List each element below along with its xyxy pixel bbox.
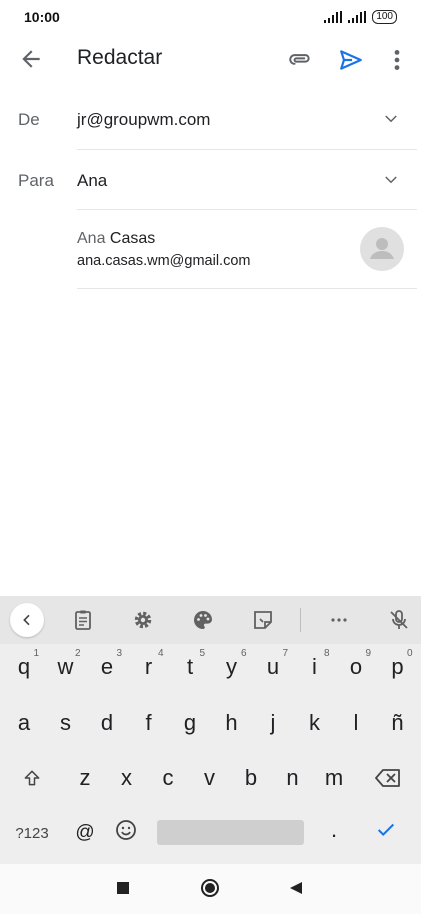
divider xyxy=(77,149,417,150)
key-label: p xyxy=(391,654,404,679)
settings-icon[interactable] xyxy=(131,608,155,632)
period-key[interactable]: . xyxy=(316,807,352,853)
key-c[interactable]: c xyxy=(150,755,186,801)
arrow-back-icon[interactable] xyxy=(18,46,44,72)
enter-key[interactable] xyxy=(368,807,404,853)
avatar xyxy=(360,227,404,271)
divider xyxy=(77,288,417,289)
key-d[interactable]: d xyxy=(89,700,125,746)
backspace-key[interactable] xyxy=(368,755,408,801)
chevron-left-icon[interactable] xyxy=(10,603,44,637)
home-circle-icon[interactable] xyxy=(200,878,220,898)
signal-icon xyxy=(324,11,343,23)
key-hint: 4 xyxy=(157,648,164,659)
status-bar: 10:00 100 xyxy=(0,0,421,36)
key-hint: 6 xyxy=(240,648,247,659)
key-a[interactable]: a xyxy=(6,700,42,746)
key-hint: 7 xyxy=(282,648,288,659)
key-n[interactable]: n xyxy=(275,755,311,801)
space-bar[interactable] xyxy=(157,820,304,845)
clipboard-icon[interactable] xyxy=(71,608,95,632)
key-hint: 2 xyxy=(74,648,81,659)
key-label: t xyxy=(186,654,194,679)
emoji-icon xyxy=(116,820,136,840)
shift-icon xyxy=(24,770,40,786)
key-v[interactable]: v xyxy=(192,755,228,801)
keyboard: q1w2e3r4t5y6u7i8o9p0 asdfghjklñ zxcvbnm … xyxy=(0,596,421,864)
suggestion-email: ana.casas.wm@gmail.com xyxy=(77,253,251,269)
backspace-icon xyxy=(375,769,400,787)
key-u[interactable]: u7 xyxy=(255,644,291,690)
key-o[interactable]: o9 xyxy=(338,644,374,690)
from-field[interactable]: jr@groupwm.com xyxy=(77,110,210,130)
divider xyxy=(77,209,417,210)
back-triangle-icon[interactable] xyxy=(288,880,304,896)
key-label: o xyxy=(349,654,363,679)
suggestion-name-rest: Casas xyxy=(105,230,156,247)
send-icon[interactable] xyxy=(337,47,365,73)
navigation-bar xyxy=(0,864,421,914)
key-z[interactable]: z xyxy=(67,755,103,801)
sticker-icon[interactable] xyxy=(251,608,275,632)
key-w[interactable]: w2 xyxy=(48,644,84,690)
key-hint: 5 xyxy=(199,648,205,659)
status-icons: 100 xyxy=(324,10,397,24)
key-label: w xyxy=(57,654,74,679)
key-l[interactable]: l xyxy=(338,700,374,746)
more-vert-icon[interactable] xyxy=(388,47,406,73)
palette-icon[interactable] xyxy=(191,608,215,632)
key-hint: 9 xyxy=(365,648,371,659)
shift-key[interactable] xyxy=(14,755,50,801)
emoji-key[interactable] xyxy=(108,807,144,853)
keyboard-toolbar xyxy=(0,596,421,644)
from-label: De xyxy=(18,110,40,129)
key-label: r xyxy=(144,654,153,679)
key-hint: 3 xyxy=(116,648,122,659)
key-hint: 0 xyxy=(406,648,413,659)
suggestion-name-match: Ana xyxy=(77,230,106,247)
check-icon xyxy=(377,823,395,837)
recents-square-icon[interactable] xyxy=(116,881,130,895)
key-y[interactable]: y6 xyxy=(214,644,250,690)
chevron-down-icon[interactable] xyxy=(382,171,400,189)
toolbar-divider xyxy=(300,608,301,632)
key-x[interactable]: x xyxy=(109,755,145,801)
key-b[interactable]: b xyxy=(233,755,269,801)
paperclip-icon[interactable] xyxy=(287,47,313,73)
key-hint: 8 xyxy=(323,648,330,659)
key-label: i xyxy=(312,654,317,679)
to-field[interactable]: Ana xyxy=(77,171,107,191)
battery-icon: 100 xyxy=(372,10,397,24)
key-q[interactable]: q1 xyxy=(6,644,42,690)
person-icon xyxy=(370,238,394,259)
key-t[interactable]: t5 xyxy=(172,644,208,690)
key-label: e xyxy=(100,654,114,679)
key-g[interactable]: g xyxy=(172,700,208,746)
key-label: u xyxy=(266,654,280,679)
to-label: Para xyxy=(18,171,54,190)
key-r[interactable]: r4 xyxy=(131,644,167,690)
chevron-down-icon[interactable] xyxy=(382,110,400,128)
key-e[interactable]: e3 xyxy=(89,644,125,690)
key-label: q xyxy=(17,654,31,679)
page-title: Redactar xyxy=(77,46,163,69)
key-f[interactable]: f xyxy=(131,700,167,746)
key-k[interactable]: k xyxy=(297,700,333,746)
key-ñ[interactable]: ñ xyxy=(380,700,416,746)
key-s[interactable]: s xyxy=(48,700,84,746)
signal-icon-2 xyxy=(348,11,367,23)
suggestion-name: Ana Casas xyxy=(77,230,155,248)
key-p[interactable]: p0 xyxy=(380,644,416,690)
key-m[interactable]: m xyxy=(316,755,352,801)
more-horiz-icon[interactable] xyxy=(327,608,351,632)
mic-off-icon[interactable] xyxy=(387,608,411,632)
key-j[interactable]: j xyxy=(255,700,291,746)
key-hint: 1 xyxy=(33,648,39,659)
at-key[interactable]: @ xyxy=(67,810,103,856)
key-h[interactable]: h xyxy=(214,700,250,746)
symbols-key[interactable]: ?123 xyxy=(10,810,54,856)
status-time: 10:00 xyxy=(24,9,60,25)
key-i[interactable]: i8 xyxy=(297,644,333,690)
key-label: y xyxy=(226,654,237,679)
